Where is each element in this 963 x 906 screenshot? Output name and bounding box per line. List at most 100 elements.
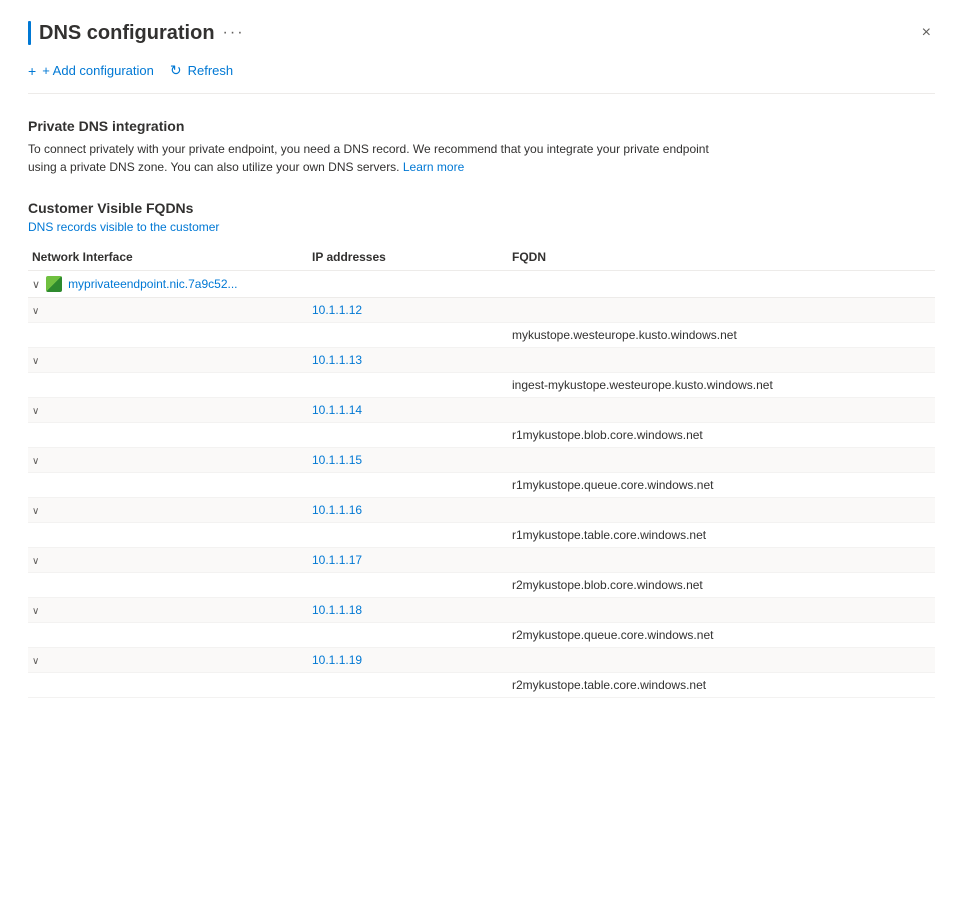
chevron-down-icon[interactable]: ∨ (32, 356, 39, 367)
fqdn-ip-cell (308, 573, 508, 598)
table-row: ∨ 10.1.1.18 (28, 598, 935, 623)
table-row: ∨ 10.1.1.13 (28, 348, 935, 373)
ip-row-chevron-cell: ∨ (28, 498, 308, 523)
ip-address-value: 10.1.1.17 (312, 553, 362, 567)
ip-row-fqdn-cell (508, 298, 935, 323)
ip-address-cell: 10.1.1.13 (308, 348, 508, 373)
nic-network-icon (46, 276, 62, 292)
fqdn-network-cell (28, 373, 308, 398)
ip-row-chevron-cell: ∨ (28, 298, 308, 323)
title-bar-accent (28, 21, 31, 45)
fqdn-value-cell: r1mykustope.blob.core.windows.net (508, 423, 935, 448)
table-row: ∨ 10.1.1.19 (28, 648, 935, 673)
ip-address-cell: 10.1.1.19 (308, 648, 508, 673)
panel-title: DNS configuration (39, 22, 215, 45)
fqdn-value: r2mykustope.queue.core.windows.net (512, 628, 713, 642)
fqdn-ip-cell (308, 623, 508, 648)
ip-row-chevron-cell: ∨ (28, 448, 308, 473)
fqdn-value: r2mykustope.table.core.windows.net (512, 678, 706, 692)
fqdn-table: Network Interface IP addresses FQDN ∨ my… (28, 244, 935, 698)
nic-name-link[interactable]: myprivateendpoint.nic.7a9c52... (68, 277, 237, 291)
table-row: ∨ 10.1.1.17 (28, 548, 935, 573)
fqdn-value-cell: ingest-mykustope.westeurope.kusto.window… (508, 373, 935, 398)
add-configuration-button[interactable]: + + Add configuration (28, 63, 154, 79)
fqdn-network-cell (28, 323, 308, 348)
table-row: r2mykustope.table.core.windows.net (28, 673, 935, 698)
add-icon: + (28, 63, 36, 79)
ip-row-fqdn-cell (508, 398, 935, 423)
ip-row-fqdn-cell (508, 598, 935, 623)
ip-address-cell: 10.1.1.17 (308, 548, 508, 573)
chevron-down-icon[interactable]: ∨ (32, 306, 39, 317)
fqdn-ip-cell (308, 423, 508, 448)
table-header-row: Network Interface IP addresses FQDN (28, 244, 935, 271)
ip-address-cell: 10.1.1.18 (308, 598, 508, 623)
ip-address-value: 10.1.1.12 (312, 303, 362, 317)
ip-address-cell: 10.1.1.16 (308, 498, 508, 523)
ip-address-value: 10.1.1.19 (312, 653, 362, 667)
ip-row-fqdn-cell (508, 498, 935, 523)
ip-row-chevron-cell: ∨ (28, 348, 308, 373)
table-row: ∨ 10.1.1.16 (28, 498, 935, 523)
fqdn-ip-cell (308, 373, 508, 398)
table-row: ingest-mykustope.westeurope.kusto.window… (28, 373, 935, 398)
fqdn-value-cell: mykustope.westeurope.kusto.windows.net (508, 323, 935, 348)
col-header-fqdn: FQDN (508, 244, 935, 271)
ip-address-cell: 10.1.1.14 (308, 398, 508, 423)
ip-address-value: 10.1.1.15 (312, 453, 362, 467)
fqdn-value: r1mykustope.blob.core.windows.net (512, 428, 703, 442)
table-row: ∨ 10.1.1.15 (28, 448, 935, 473)
nic-cell-container: ∨ myprivateendpoint.nic.7a9c52... (28, 271, 935, 298)
fqdn-value: ingest-mykustope.westeurope.kusto.window… (512, 378, 773, 392)
chevron-down-icon[interactable]: ∨ (32, 556, 39, 567)
fqdn-value: mykustope.westeurope.kusto.windows.net (512, 328, 737, 342)
col-header-ip-addresses: IP addresses (308, 244, 508, 271)
panel-header: DNS configuration ··· × (28, 20, 935, 46)
refresh-icon: ↻ (170, 62, 182, 79)
fqdn-ip-cell (308, 473, 508, 498)
chevron-down-icon[interactable]: ∨ (32, 656, 39, 667)
ip-row-chevron-cell: ∨ (28, 548, 308, 573)
private-dns-section: Private DNS integration To connect priva… (28, 118, 935, 176)
learn-more-link[interactable]: Learn more (403, 160, 464, 174)
fqdn-value-cell: r2mykustope.table.core.windows.net (508, 673, 935, 698)
chevron-down-icon[interactable]: ∨ (32, 406, 39, 417)
toolbar: + + Add configuration ↻ Refresh (28, 62, 935, 94)
fqdn-value-cell: r1mykustope.table.core.windows.net (508, 523, 935, 548)
table-row: ∨ 10.1.1.12 (28, 298, 935, 323)
title-area: DNS configuration ··· (28, 21, 245, 45)
fqdn-network-cell (28, 673, 308, 698)
ip-address-value: 10.1.1.13 (312, 353, 362, 367)
table-row: r2mykustope.queue.core.windows.net (28, 623, 935, 648)
table-row: r2mykustope.blob.core.windows.net (28, 573, 935, 598)
chevron-down-icon[interactable]: ∨ (32, 606, 39, 617)
fqdn-value-cell: r1mykustope.queue.core.windows.net (508, 473, 935, 498)
fqdn-value-cell: r2mykustope.queue.core.windows.net (508, 623, 935, 648)
chevron-down-icon[interactable]: ∨ (32, 456, 39, 467)
fqdn-section-subtitle: DNS records visible to the customer (28, 220, 935, 234)
fqdn-value: r1mykustope.queue.core.windows.net (512, 478, 713, 492)
col-header-network-interface: Network Interface (28, 244, 308, 271)
refresh-button[interactable]: ↻ Refresh (170, 62, 233, 79)
fqdn-network-cell (28, 423, 308, 448)
fqdn-section-title: Customer Visible FQDNs (28, 200, 935, 216)
fqdn-network-cell (28, 473, 308, 498)
table-row: r1mykustope.blob.core.windows.net (28, 423, 935, 448)
ip-row-fqdn-cell (508, 648, 935, 673)
chevron-down-icon[interactable]: ∨ (32, 506, 39, 517)
fqdn-value-cell: r2mykustope.blob.core.windows.net (508, 573, 935, 598)
ip-row-fqdn-cell (508, 448, 935, 473)
nic-chevron-icon[interactable]: ∨ (32, 278, 40, 291)
ip-row-fqdn-cell (508, 348, 935, 373)
fqdn-ip-cell (308, 523, 508, 548)
fqdn-value: r1mykustope.table.core.windows.net (512, 528, 706, 542)
ip-address-value: 10.1.1.16 (312, 503, 362, 517)
ip-address-value: 10.1.1.14 (312, 403, 362, 417)
close-button[interactable]: × (918, 20, 935, 46)
fqdn-section: Customer Visible FQDNs DNS records visib… (28, 200, 935, 698)
ip-address-cell: 10.1.1.12 (308, 298, 508, 323)
fqdn-network-cell (28, 623, 308, 648)
fqdn-ip-cell (308, 323, 508, 348)
dns-configuration-panel: DNS configuration ··· × + + Add configur… (0, 0, 963, 718)
ip-row-chevron-cell: ∨ (28, 398, 308, 423)
